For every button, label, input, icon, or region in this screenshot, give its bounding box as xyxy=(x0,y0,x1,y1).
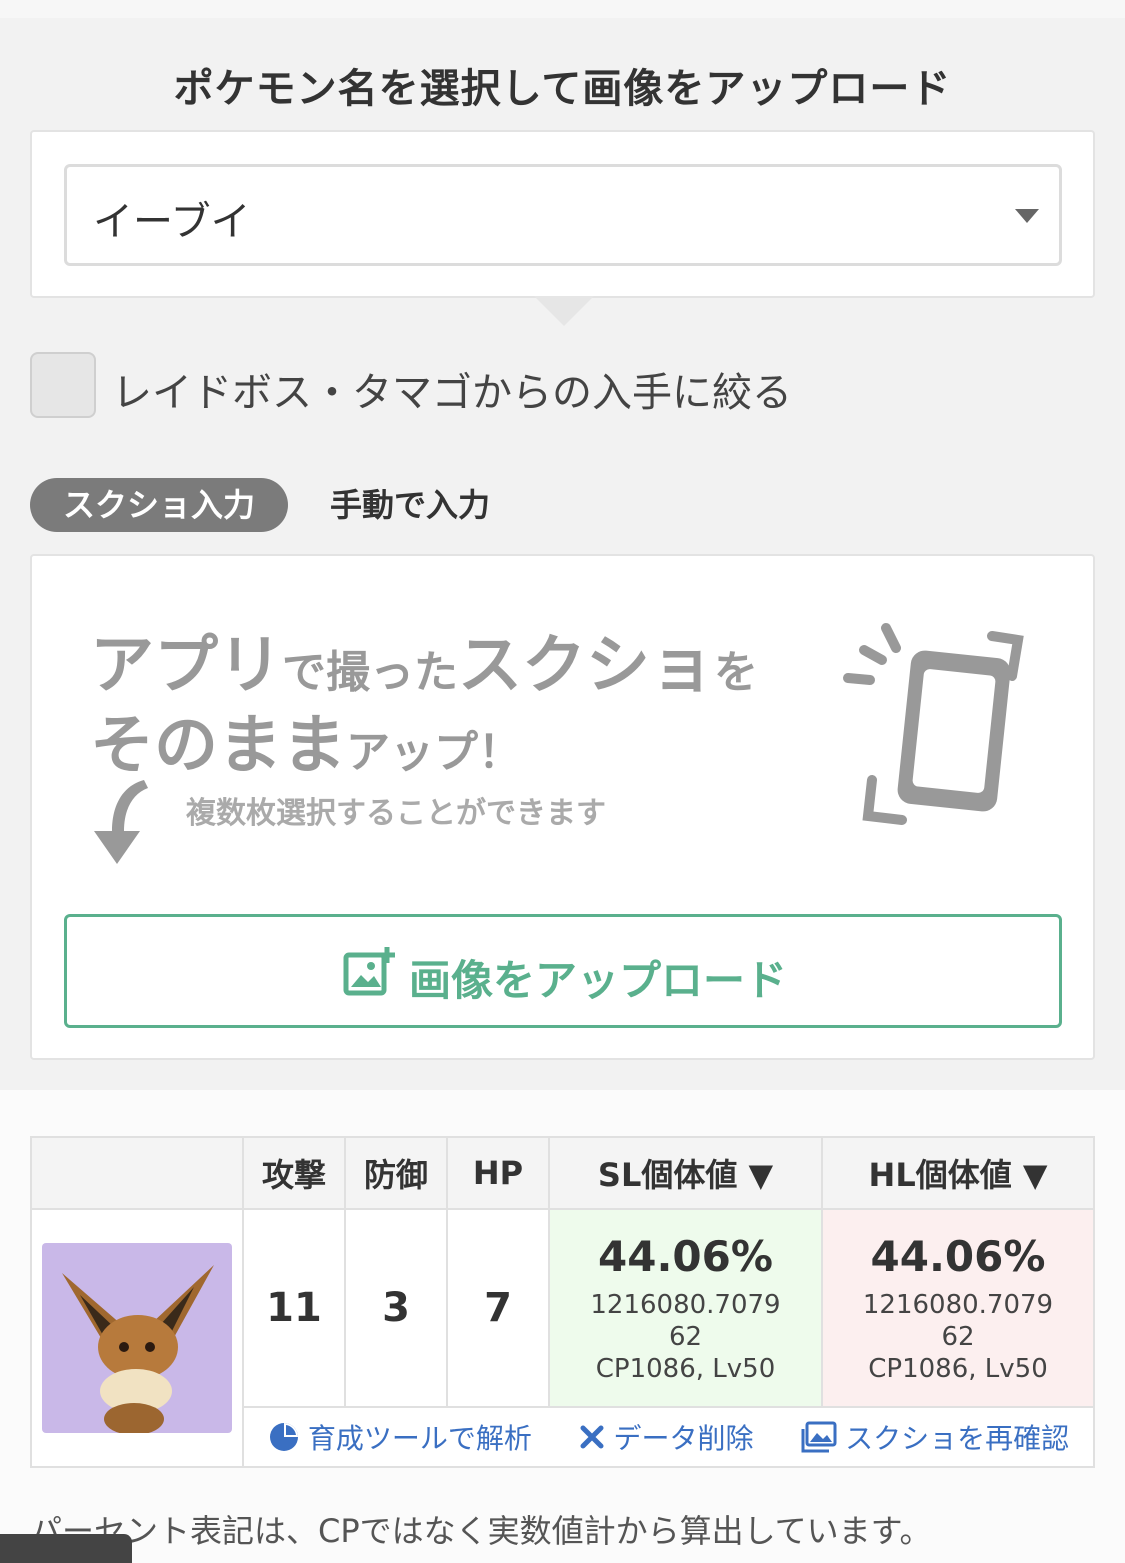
analyze-button[interactable]: 育成ツールで解析 xyxy=(268,1417,532,1457)
sl-percent: 44.06% xyxy=(598,1231,773,1281)
bottom-corner-tab xyxy=(0,1534,132,1563)
close-icon xyxy=(580,1425,604,1449)
header-sl-iv[interactable]: SL個体値 ▼ xyxy=(548,1136,823,1210)
image-icon xyxy=(801,1421,837,1453)
attack-iv: 11 xyxy=(242,1208,346,1408)
add-image-icon xyxy=(343,947,395,996)
upload-image-button-label: 画像をアップロード xyxy=(409,956,788,1005)
promo-subtext: 複数枚選択することができます xyxy=(186,796,606,831)
sl-detail: 1216080.7079 62 CP1086, Lv50 xyxy=(590,1289,781,1384)
page-title: ポケモン名を選択して画像をアップロード xyxy=(173,66,952,112)
footnote: パーセント表記は、CPではなく実数値計から算出しています。 xyxy=(30,1512,932,1550)
pokemon-select-card: イーブイ xyxy=(30,130,1095,298)
delete-data-button[interactable]: データ削除 xyxy=(579,1417,753,1457)
defense-iv: 3 xyxy=(344,1208,448,1408)
raid-egg-filter-label[interactable]: レイドボス・タマゴからの入手に絞る xyxy=(112,360,792,418)
pokemon-thumbnail-cell xyxy=(30,1208,244,1468)
table-row: 11 3 7 44.06% 1216080.7079 62 CP1086, Lv… xyxy=(30,1208,1095,1468)
header-hp: HP xyxy=(446,1136,550,1210)
row-actions: 育成ツールで解析 データ削除 スクショを再確認 xyxy=(244,1417,1093,1457)
pie-chart-icon xyxy=(269,1423,298,1451)
card-notch xyxy=(534,296,594,326)
chevron-down-icon xyxy=(1015,209,1039,223)
hp-iv: 7 xyxy=(446,1208,550,1408)
raid-egg-filter-checkbox[interactable] xyxy=(30,352,96,418)
hl-iv-cell: 44.06% 1216080.7079 62 CP1086, Lv50 xyxy=(821,1208,1095,1408)
header-thumb xyxy=(30,1136,244,1210)
top-strip xyxy=(0,0,1125,18)
pokemon-thumbnail[interactable] xyxy=(42,1243,232,1433)
tab-manual-input[interactable]: 手動で入力 xyxy=(330,478,490,532)
header-attack: 攻撃 xyxy=(242,1136,346,1210)
table-header-row: 攻撃 防御 HP SL個体値 ▼ HL個体値 ▼ xyxy=(30,1136,1095,1210)
upload-image-button[interactable]: 画像をアップロード xyxy=(64,914,1062,1028)
header-defense: 防御 xyxy=(344,1136,448,1210)
promo-headline-1: アプリで撮ったスクショを xyxy=(90,629,758,703)
pokemon-select-value: イーブイ xyxy=(93,199,251,245)
iv-result-table: 攻撃 防御 HP SL個体値 ▼ HL個体値 ▼ 11 3 7 44.06% 1… xyxy=(30,1136,1095,1468)
actions-cell: 育成ツールで解析 データ削除 スクショを再確認 xyxy=(242,1406,1095,1468)
upload-card: アプリで撮ったスクショを そのままアップ！ 複数枚選択することができます 画像を… xyxy=(30,554,1095,1060)
phone-rotate-icon xyxy=(843,623,1024,825)
recheck-screenshot-button[interactable]: スクショを再確認 xyxy=(801,1417,1069,1457)
eevee-illustration xyxy=(62,1265,214,1433)
pokemon-select[interactable]: イーブイ xyxy=(64,164,1062,266)
tab-screenshot-input[interactable]: スクショ入力 xyxy=(30,478,288,532)
hl-percent: 44.06% xyxy=(870,1231,1046,1281)
hl-detail: 1216080.7079 62 CP1086, Lv50 xyxy=(862,1289,1054,1384)
header-hl-iv[interactable]: HL個体値 ▼ xyxy=(821,1136,1095,1210)
sl-iv-cell: 44.06% 1216080.7079 62 CP1086, Lv50 xyxy=(548,1208,823,1408)
promo-headline-2: そのままアップ！ xyxy=(90,709,522,783)
curved-arrow-down-icon xyxy=(94,780,148,864)
